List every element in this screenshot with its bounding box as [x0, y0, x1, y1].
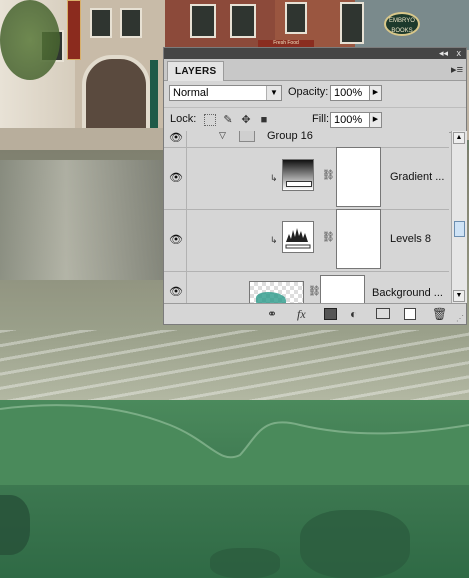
- window: [190, 4, 216, 38]
- blend-opacity-row: Normal ▼ Opacity: 100% ▶: [164, 81, 466, 108]
- layer-mask-thumbnail[interactable]: [336, 147, 381, 207]
- eye-icon: 👁: [169, 234, 183, 246]
- scroll-thumb[interactable]: [454, 221, 465, 237]
- seaweed-rock: [300, 510, 410, 578]
- levels-icon: [282, 221, 314, 253]
- chain-link-icon[interactable]: ⛓: [308, 286, 321, 297]
- lock-label: Lock:: [170, 113, 197, 125]
- layer-row[interactable]: 👁 ↳ ⛓ Levels 8: [164, 209, 449, 272]
- close-icon[interactable]: x: [457, 48, 462, 59]
- new-adjustment-icon[interactable]: ◐: [350, 307, 357, 321]
- opacity-slider-button[interactable]: ▶: [369, 85, 382, 101]
- lock-position-icon[interactable]: ✥: [240, 114, 252, 126]
- histogram-graphic: [285, 228, 311, 249]
- wave-line: [0, 404, 469, 485]
- visibility-toggle[interactable]: 👁: [164, 131, 187, 147]
- clipping-arrow-icon: ↳: [270, 173, 278, 183]
- folder-icon: [239, 131, 255, 142]
- opacity-label: Opacity:: [288, 86, 329, 98]
- collapse-icon[interactable]: ◂◂: [439, 48, 448, 59]
- layers-scrollbar[interactable]: ▲ ▼: [451, 131, 467, 303]
- new-layer-icon[interactable]: [404, 308, 416, 320]
- eye-icon: 👁: [169, 172, 183, 184]
- panel-titlebar[interactable]: ◂◂ x: [164, 48, 466, 59]
- link-layers-icon[interactable]: ⚭: [267, 307, 277, 321]
- layer-row[interactable]: 👁 ⛓ Background ...: [164, 271, 449, 303]
- lock-image-icon[interactable]: ✎: [222, 114, 234, 126]
- fill-label: Fill:: [312, 113, 330, 125]
- blend-mode-value: Normal: [173, 87, 209, 99]
- chain-link-icon[interactable]: ⛓: [322, 170, 335, 181]
- dark-rock: [0, 495, 30, 555]
- add-mask-icon[interactable]: [324, 308, 337, 320]
- visibility-toggle[interactable]: 👁: [164, 209, 187, 271]
- new-group-icon[interactable]: [376, 308, 390, 319]
- layer-name: Levels 8: [390, 233, 431, 245]
- layer-name: Gradient ...: [390, 171, 445, 183]
- layer-name: Background ...: [372, 287, 443, 299]
- vertical-sign: [67, 0, 81, 60]
- eye-icon: 👁: [169, 286, 183, 298]
- fx-icon[interactable]: fx: [297, 307, 306, 322]
- layer-row[interactable]: 👁 ▽ Group 16: [164, 131, 449, 148]
- resize-grip-icon[interactable]: ⋰: [456, 314, 464, 323]
- layer-thumbnail[interactable]: [249, 281, 304, 303]
- opacity-input[interactable]: 100%: [330, 85, 370, 101]
- tree: [0, 0, 60, 80]
- window: [230, 4, 256, 38]
- chain-link-icon[interactable]: ⛓: [322, 232, 335, 243]
- expand-triangle-icon[interactable]: ▽: [219, 131, 226, 141]
- layers-panel: ◂◂ x LAYERS ▸≡ Normal ▼ Opacity: 100% ▶ …: [163, 47, 467, 325]
- tab-layers[interactable]: LAYERS: [167, 61, 225, 81]
- window: [90, 8, 112, 38]
- lock-fill-row: Lock: ✎ ✥ ■ Fill: 100% ▶: [164, 108, 466, 133]
- awning-sign-text: Fresh Food: [273, 40, 299, 46]
- clipping-arrow-icon: ↳: [270, 235, 278, 245]
- trash-icon[interactable]: 🗑: [432, 307, 447, 321]
- chevron-down-icon: ▼: [266, 86, 281, 100]
- panel-tab-row: LAYERS ▸≡: [164, 59, 466, 81]
- visibility-toggle[interactable]: 👁: [164, 147, 187, 209]
- eye-icon: 👁: [169, 132, 183, 144]
- scroll-up-button[interactable]: ▲: [453, 132, 465, 144]
- awning-sign: Fresh Food: [258, 40, 314, 47]
- fill-slider-button[interactable]: ▶: [369, 112, 382, 128]
- lock-transparent-icon[interactable]: [204, 114, 216, 126]
- window: [120, 8, 142, 38]
- water-reflection: [0, 160, 165, 280]
- gradient-map-icon: [282, 159, 314, 191]
- layers-bottom-bar: ⚭ fx ◐ 🗑 ⋰: [164, 303, 466, 324]
- scroll-down-button[interactable]: ▼: [453, 290, 465, 302]
- fill-input[interactable]: 100%: [330, 112, 370, 128]
- blend-mode-select[interactable]: Normal ▼: [169, 85, 282, 101]
- window: [285, 2, 307, 34]
- layer-name: Group 16: [267, 131, 313, 142]
- layer-row[interactable]: 👁 ↳ ⛓ Gradient ...: [164, 147, 449, 210]
- shop-sign-text: EMBRYO BOOKS: [389, 18, 415, 34]
- seaweed-rock: [210, 548, 280, 578]
- visibility-toggle[interactable]: 👁: [164, 271, 187, 303]
- lock-all-icon[interactable]: ■: [258, 114, 270, 126]
- layer-mask-thumbnail[interactable]: [320, 275, 365, 303]
- window: [340, 2, 364, 44]
- shop-sign: EMBRYO BOOKS: [384, 12, 420, 36]
- layers-list: 👁 ▽ Group 16 👁 ↳ ⛓ Gradient ... 👁 ↳ ⛓ Le…: [164, 131, 449, 303]
- layer-mask-thumbnail[interactable]: [336, 209, 381, 269]
- panel-menu-icon[interactable]: ▸≡: [451, 63, 463, 76]
